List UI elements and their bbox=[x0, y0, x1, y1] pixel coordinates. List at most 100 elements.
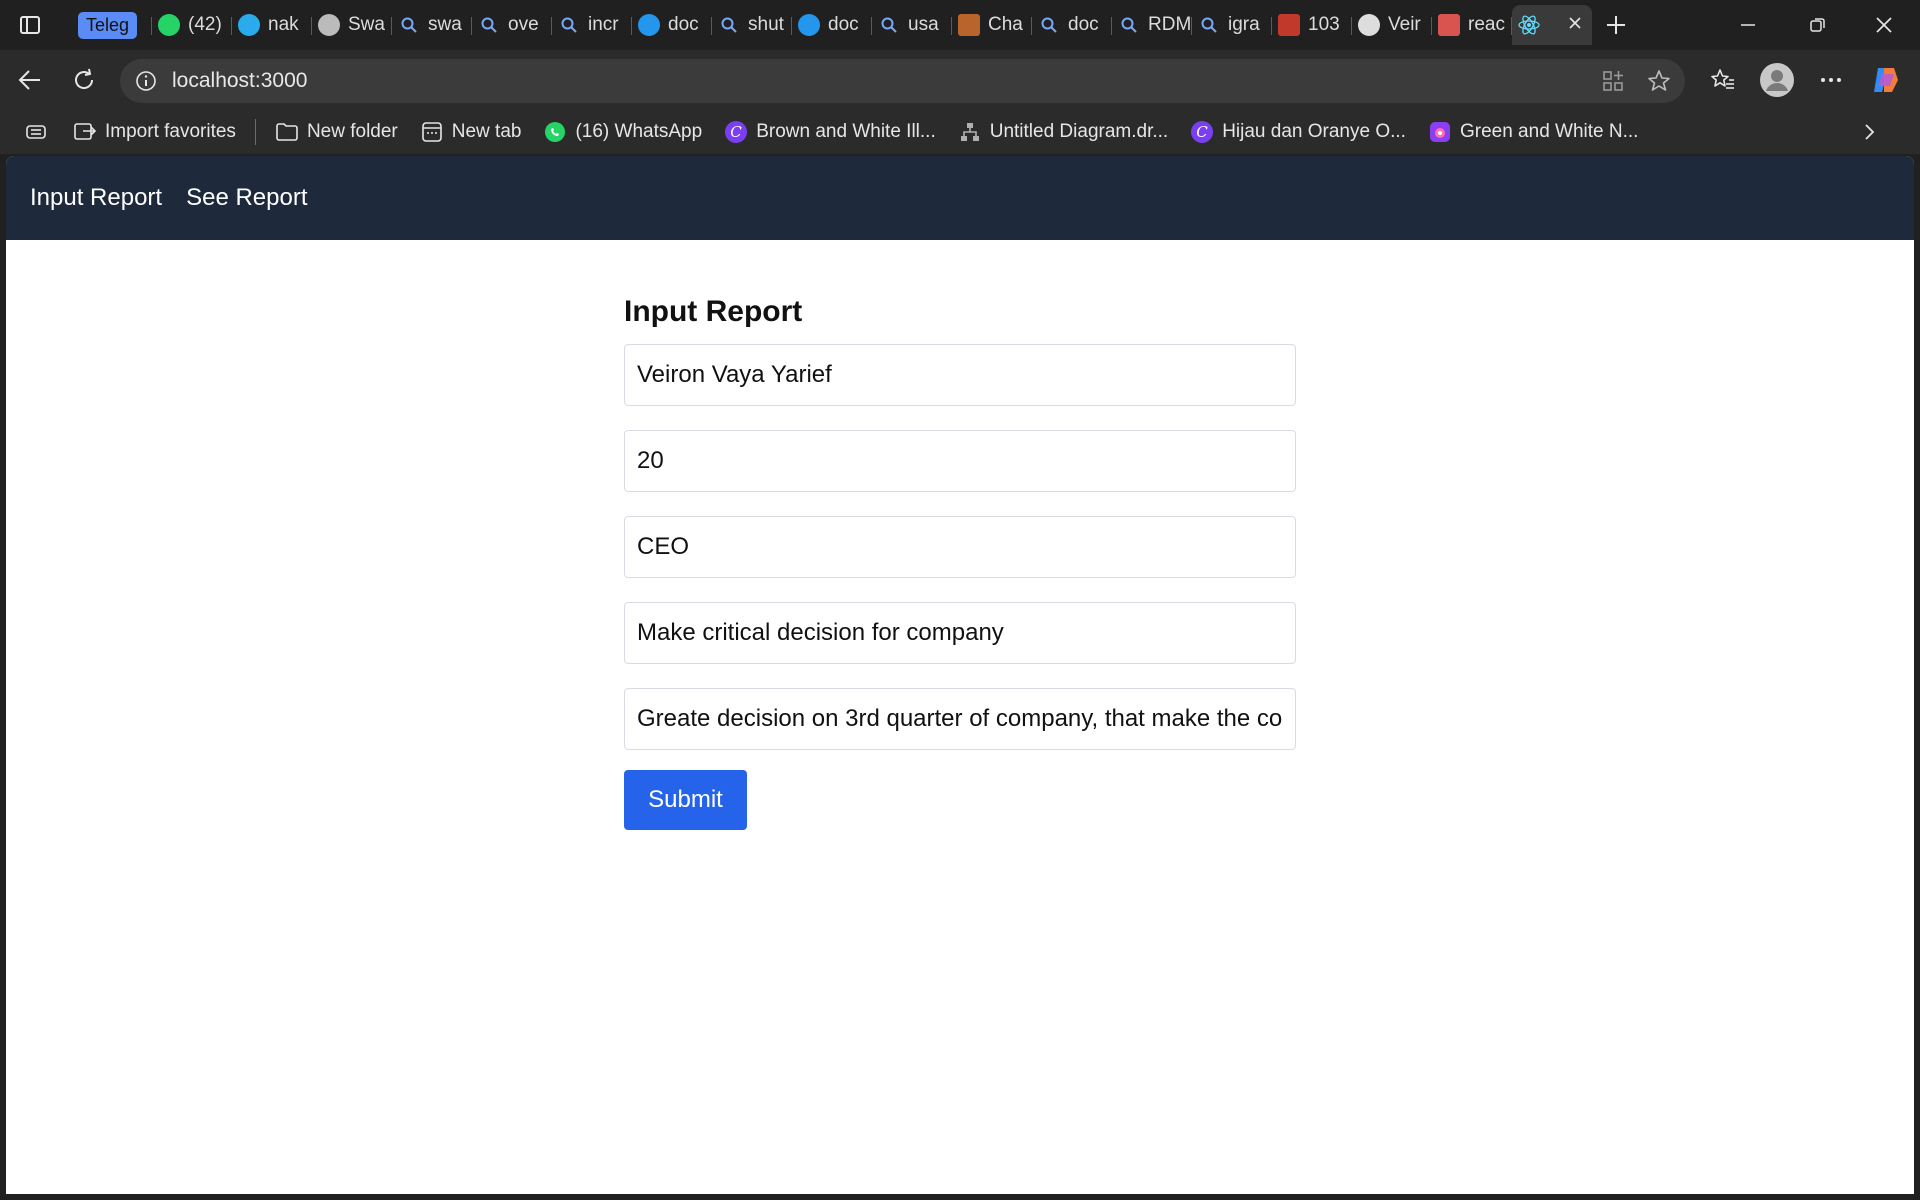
close-window-button[interactable] bbox=[1862, 5, 1906, 45]
tab-title: doc bbox=[1068, 14, 1099, 35]
bookmark-new-folder[interactable]: New folder bbox=[264, 115, 409, 149]
browser-tab[interactable]: Swa bbox=[312, 5, 392, 45]
search-icon bbox=[1118, 14, 1140, 36]
svg-text:C: C bbox=[730, 123, 742, 141]
docker-icon bbox=[798, 14, 820, 36]
whatsapp-icon bbox=[158, 14, 180, 36]
page-title: Input Report bbox=[624, 295, 803, 328]
browser-tab[interactable]: Cha bbox=[952, 5, 1032, 45]
minimize-icon bbox=[1741, 24, 1755, 26]
copilot-button[interactable] bbox=[1866, 60, 1906, 100]
tab-title: Veir bbox=[1388, 14, 1421, 35]
tab-title: RDM bbox=[1148, 14, 1192, 35]
window-bottom-border bbox=[0, 1194, 1920, 1200]
nav-link-see-report[interactable]: See Report bbox=[186, 184, 307, 212]
browser-tab[interactable] bbox=[1512, 5, 1592, 45]
browser-window: Teleg (42) nak Swa swa ove incr doc shut doc usa Ch… bbox=[0, 0, 1920, 1200]
browser-tab[interactable]: 103 bbox=[1272, 5, 1352, 45]
favorites-button[interactable] bbox=[1703, 60, 1743, 100]
browser-tab[interactable]: incr bbox=[552, 5, 632, 45]
submit-button[interactable]: Submit bbox=[624, 770, 747, 830]
tab-title: nak bbox=[268, 14, 299, 35]
react-icon bbox=[1518, 14, 1540, 36]
bookmark-untitled-diagram[interactable]: Untitled Diagram.dr... bbox=[947, 115, 1179, 149]
back-button[interactable] bbox=[10, 60, 50, 100]
task-field[interactable] bbox=[624, 602, 1296, 664]
site-info-icon[interactable] bbox=[134, 69, 158, 93]
bookmark-import-favorites[interactable]: Import favorites bbox=[62, 115, 247, 149]
tab-title: shut bbox=[748, 14, 784, 35]
bookmark-canva-brown-white[interactable]: C Brown and White Ill... bbox=[713, 115, 947, 149]
browser-tab[interactable]: igra bbox=[1192, 5, 1272, 45]
bookmark-green-white[interactable]: Green and White N... bbox=[1417, 115, 1649, 149]
browser-tab[interactable]: Veir bbox=[1352, 5, 1432, 45]
tab-title: doc bbox=[668, 14, 699, 35]
browser-tab[interactable]: doc bbox=[792, 5, 872, 45]
tab-title: igra bbox=[1228, 14, 1260, 35]
browser-tab[interactable]: RDM bbox=[1112, 5, 1192, 45]
age-field[interactable] bbox=[624, 430, 1296, 492]
restore-button[interactable] bbox=[1796, 5, 1840, 45]
add-favorite-star-icon[interactable] bbox=[1647, 69, 1671, 98]
more-options-button[interactable] bbox=[1811, 60, 1851, 100]
profile-button[interactable] bbox=[1757, 60, 1797, 100]
close-icon bbox=[1876, 17, 1892, 33]
minimize-button[interactable] bbox=[1726, 5, 1770, 45]
collections-icon bbox=[26, 125, 46, 139]
refresh-button[interactable] bbox=[64, 60, 104, 100]
pdf-icon bbox=[1438, 14, 1460, 36]
bookmark-new-tab[interactable]: New tab bbox=[409, 115, 533, 149]
collections-button[interactable] bbox=[0, 115, 62, 149]
tab-title: incr bbox=[588, 14, 619, 35]
laravel-icon bbox=[1278, 14, 1300, 36]
url-text[interactable]: localhost:3000 bbox=[172, 69, 307, 93]
browser-tab[interactable]: shut bbox=[712, 5, 792, 45]
whatsapp-icon bbox=[543, 120, 567, 144]
bookmarks-overflow-button[interactable] bbox=[1852, 115, 1886, 149]
page-viewport: Input Report See Report Input Report Sub… bbox=[6, 156, 1914, 1194]
diagram-icon bbox=[958, 14, 980, 36]
chevron-right-icon bbox=[1865, 124, 1875, 140]
app-available-icon[interactable] bbox=[1601, 69, 1625, 98]
folder-icon bbox=[275, 120, 299, 144]
name-field[interactable] bbox=[624, 344, 1296, 406]
browser-tab[interactable]: ove bbox=[472, 5, 552, 45]
tab-list: Teleg (42) nak Swa swa ove incr doc shut doc usa Ch… bbox=[72, 5, 1592, 45]
new-tab-button[interactable] bbox=[1596, 5, 1636, 45]
svg-text:C: C bbox=[1196, 123, 1208, 141]
browser-toolbar: localhost:3000 bbox=[0, 50, 1920, 110]
bookmark-label: Green and White N... bbox=[1459, 121, 1639, 142]
search-icon bbox=[1198, 14, 1220, 36]
bookmark-whatsapp[interactable]: (16) WhatsApp bbox=[532, 115, 713, 149]
position-field[interactable] bbox=[624, 516, 1296, 578]
search-icon bbox=[878, 14, 900, 36]
plus-icon bbox=[1607, 16, 1625, 34]
tab-title: usa bbox=[908, 14, 939, 35]
browser-tab[interactable]: nak bbox=[232, 5, 312, 45]
tab-strip: Teleg (42) nak Swa swa ove incr doc shut doc usa Ch… bbox=[0, 0, 1920, 50]
address-bar[interactable]: localhost:3000 bbox=[120, 59, 1685, 103]
description-field[interactable] bbox=[624, 688, 1296, 750]
openai-icon bbox=[318, 14, 340, 36]
browser-tab[interactable]: Teleg bbox=[72, 5, 152, 45]
browser-tab[interactable]: reac bbox=[1432, 5, 1512, 45]
browser-tab[interactable]: (42) bbox=[152, 5, 232, 45]
tab-title: Cha bbox=[988, 14, 1023, 35]
browser-tab[interactable]: doc bbox=[632, 5, 712, 45]
refresh-icon bbox=[75, 68, 94, 89]
tab-actions-button[interactable] bbox=[10, 5, 50, 45]
bookmarks-bar: Import favorites New folder New tab (16)… bbox=[0, 110, 1920, 154]
newtab-icon bbox=[420, 120, 444, 144]
favorites-icon bbox=[1711, 69, 1734, 89]
canva-icon: C bbox=[1190, 120, 1214, 144]
browser-tab[interactable]: swa bbox=[392, 5, 472, 45]
close-tab-icon[interactable] bbox=[1568, 14, 1582, 36]
browser-tab[interactable]: doc bbox=[1032, 5, 1112, 45]
browser-tab[interactable]: usa bbox=[872, 5, 952, 45]
nav-link-input-report[interactable]: Input Report bbox=[30, 184, 162, 212]
bookmark-label: Import favorites bbox=[105, 121, 236, 142]
search-icon bbox=[1038, 14, 1060, 36]
bookmark-canva-hijau-oranye[interactable]: C Hijau dan Oranye O... bbox=[1179, 115, 1417, 149]
github-icon bbox=[1358, 14, 1380, 36]
search-icon bbox=[558, 14, 580, 36]
